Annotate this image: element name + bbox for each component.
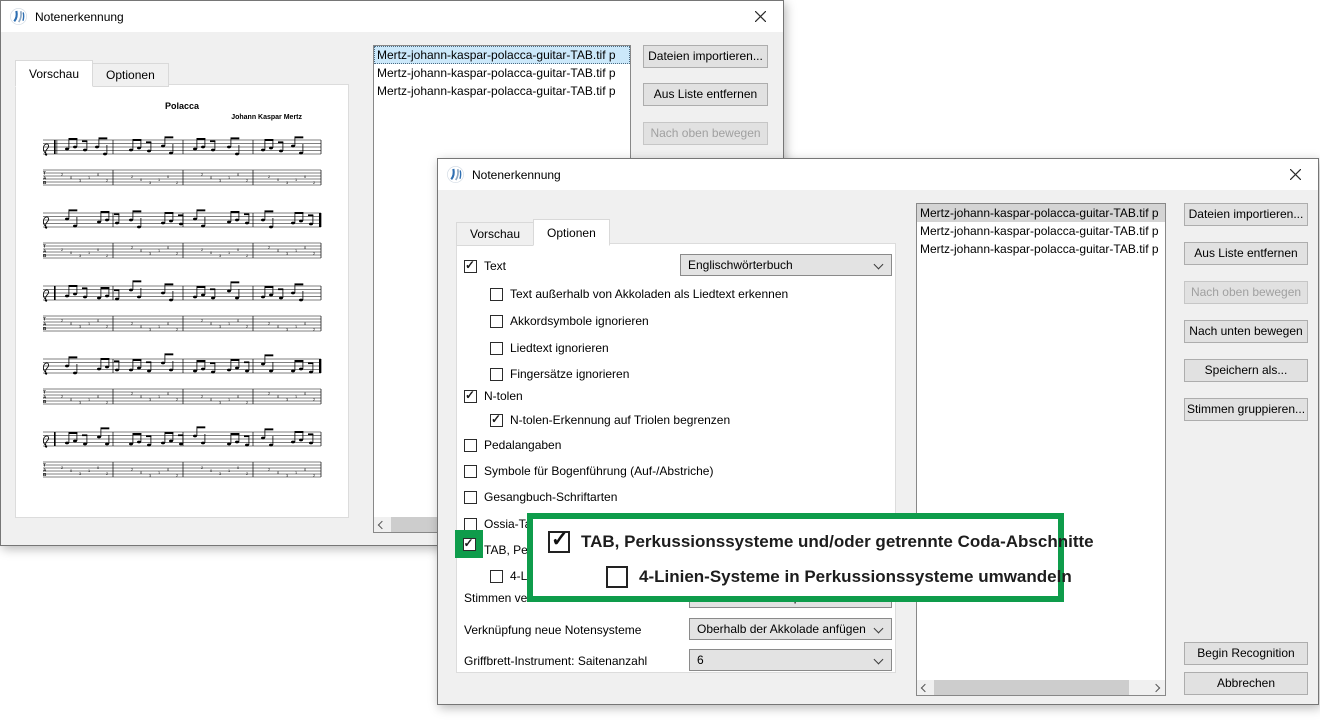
- scroll-thumb[interactable]: [934, 680, 1129, 695]
- callout-checkbox-checked: [548, 531, 570, 553]
- save-as-button[interactable]: Speichern als...: [1184, 359, 1308, 382]
- checkbox-4-linien[interactable]: [490, 570, 503, 583]
- option-row-liedtext-erkennen: Text außerhalb von Akkoladen als Liedtex…: [490, 286, 788, 302]
- checkbox-liedtext-ignorieren[interactable]: [490, 342, 503, 355]
- checkbox-tab-perkussion-highlighted[interactable]: [463, 538, 476, 551]
- import-files-button[interactable]: Dateien importieren...: [643, 45, 768, 68]
- option-row-ntolen-triolen: N-tolen-Erkennung auf Triolen begrenzen: [490, 412, 730, 428]
- remove-from-list-button[interactable]: Aus Liste entfernen: [1184, 242, 1308, 265]
- titlebar[interactable]: Notenerkennung: [438, 159, 1318, 190]
- list-item[interactable]: Mertz-johann-kaspar-polacca-guitar-TAB.t…: [374, 82, 630, 100]
- option-label: N-tolen: [484, 389, 523, 403]
- checkbox-akkordsymbole[interactable]: [490, 315, 503, 328]
- select-label-verknuepfung: Verknüpfung neue Notensysteme: [464, 623, 641, 637]
- score-preview-page: Polacca Johann Kaspar Mertz: [15, 84, 349, 518]
- select-label-saitenanzahl: Griffbrett-Instrument: Saitenanzahl: [464, 654, 647, 668]
- remove-from-list-button[interactable]: Aus Liste entfernen: [643, 83, 768, 106]
- annotation-callout: TAB, Perkussionssysteme und/oder getrenn…: [527, 513, 1064, 602]
- tab-optionen[interactable]: Optionen: [92, 63, 169, 87]
- scroll-left-icon[interactable]: [374, 517, 389, 532]
- window-title: Notenerkennung: [472, 168, 1273, 182]
- tab-vorschau[interactable]: Vorschau: [15, 60, 93, 87]
- scroll-left-icon[interactable]: [917, 680, 932, 695]
- checkbox-fingersaetze[interactable]: [490, 368, 503, 381]
- callout-checkbox-unchecked: [606, 566, 628, 588]
- dialog-notenerkennung-front: Notenerkennung Vorschau Optionen Text En…: [437, 158, 1319, 705]
- callout-label: TAB, Perkussionssysteme und/oder getrenn…: [581, 532, 1094, 552]
- dictionary-select[interactable]: Englischwörterbuch: [680, 254, 892, 276]
- checkbox-liedtext-erkennen[interactable]: [490, 288, 503, 301]
- annotation-highlight: [455, 530, 483, 558]
- checkbox-gesangbuch[interactable]: [464, 491, 477, 504]
- option-row-text: Text: [464, 258, 506, 274]
- option-row-bogenfuehrung: Symbole für Bogenführung (Auf-/Abstriche…: [464, 463, 713, 479]
- list-item[interactable]: Mertz-johann-kaspar-polacca-guitar-TAB.t…: [374, 46, 630, 64]
- option-label: Symbole für Bogenführung (Auf-/Abstriche…: [484, 464, 713, 478]
- option-label: Text außerhalb von Akkoladen als Liedtex…: [510, 287, 788, 301]
- list-item[interactable]: Mertz-johann-kaspar-polacca-guitar-TAB.t…: [917, 222, 1165, 240]
- callout-label: 4-Linien-Systeme in Perkussionssysteme u…: [639, 567, 1072, 587]
- checkbox-text[interactable]: [464, 260, 477, 273]
- option-label: Gesangbuch-Schriftarten: [484, 490, 617, 504]
- callout-row-tab: TAB, Perkussionssysteme und/oder getrenn…: [548, 531, 1094, 553]
- begin-recognition-button[interactable]: Begin Recognition: [1184, 642, 1308, 665]
- list-item[interactable]: Mertz-johann-kaspar-polacca-guitar-TAB.t…: [917, 240, 1165, 258]
- option-label: Ossia-Ta: [484, 517, 531, 531]
- move-up-button: Nach oben bewegen: [1184, 281, 1308, 304]
- option-label: N-tolen-Erkennung auf Triolen begrenzen: [510, 413, 730, 427]
- option-row-pedalangaben: Pedalangaben: [464, 437, 561, 453]
- option-label: Fingersätze ignorieren: [510, 367, 629, 381]
- option-row-akkordsymbole: Akkordsymbole ignorieren: [490, 313, 649, 329]
- callout-row-4-linien: 4-Linien-Systeme in Perkussionssysteme u…: [606, 566, 1072, 588]
- titlebar[interactable]: Notenerkennung: [1, 1, 783, 32]
- move-up-button: Nach oben bewegen: [643, 122, 768, 145]
- option-label: Liedtext ignorieren: [510, 341, 609, 355]
- cancel-button[interactable]: Abbrechen: [1184, 672, 1308, 695]
- checkbox-pedalangaben[interactable]: [464, 439, 477, 452]
- group-voices-button[interactable]: Stimmen gruppieren...: [1184, 398, 1308, 421]
- list-item[interactable]: Mertz-johann-kaspar-polacca-guitar-TAB.t…: [374, 64, 630, 82]
- close-icon[interactable]: [738, 1, 783, 32]
- app-icon: [447, 166, 464, 183]
- option-row-liedtext-ignorieren: Liedtext ignorieren: [490, 340, 609, 356]
- checkbox-ntolen-triolen[interactable]: [490, 414, 503, 427]
- saitenanzahl-select[interactable]: 6: [689, 649, 892, 671]
- option-row-ntolen: N-tolen: [464, 388, 523, 404]
- options-page: Text Englischwörterbuch Text außerhalb v…: [456, 243, 896, 673]
- import-files-button[interactable]: Dateien importieren...: [1184, 203, 1308, 226]
- app-icon: [10, 8, 27, 25]
- checkbox-bogenfuehrung[interactable]: [464, 465, 477, 478]
- score-preview: TAB 203102: [16, 85, 348, 517]
- window-title: Notenerkennung: [35, 10, 738, 24]
- tab-vorschau[interactable]: Vorschau: [456, 222, 534, 246]
- option-row-gesangbuch: Gesangbuch-Schriftarten: [464, 489, 617, 505]
- list-item[interactable]: Mertz-johann-kaspar-polacca-guitar-TAB.t…: [917, 204, 1165, 222]
- option-row-fingersaetze: Fingersätze ignorieren: [490, 366, 629, 382]
- horizontal-scrollbar[interactable]: [917, 680, 1165, 695]
- checkbox-ossia[interactable]: [464, 518, 477, 531]
- tab-optionen[interactable]: Optionen: [533, 219, 610, 246]
- verknuepfung-select[interactable]: Oberhalb der Akkolade anfügen: [689, 618, 892, 640]
- option-label: Text: [484, 259, 506, 273]
- option-label: Pedalangaben: [484, 438, 561, 452]
- option-label: Akkordsymbole ignorieren: [510, 314, 649, 328]
- checkbox-ntolen[interactable]: [464, 390, 477, 403]
- close-icon[interactable]: [1273, 159, 1318, 190]
- move-down-button[interactable]: Nach unten bewegen: [1184, 320, 1308, 343]
- scroll-right-icon[interactable]: [1150, 680, 1165, 695]
- file-list: Mertz-johann-kaspar-polacca-guitar-TAB.t…: [916, 203, 1166, 696]
